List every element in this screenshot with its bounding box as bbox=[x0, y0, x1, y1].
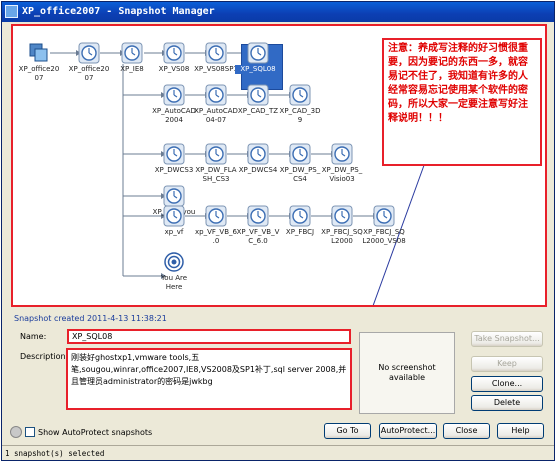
snapshot-node[interactable]: XP_VS08SP1 bbox=[193, 42, 239, 74]
snapshot-node[interactable]: xp_VF_VB_6 .0 bbox=[193, 205, 239, 246]
snapshot-clock-icon bbox=[205, 84, 227, 106]
snapshot-node[interactable]: XP_AutoCAD 2004 bbox=[151, 84, 197, 125]
snapshot-clock-icon bbox=[205, 42, 227, 64]
snapshot-node[interactable]: XP_AutoCAD 04-07 bbox=[193, 84, 239, 125]
snapshot-node-label: XP_DW_PS_ Visio03 bbox=[321, 166, 363, 183]
snapshot-clock-icon bbox=[331, 205, 353, 227]
snapshot-node[interactable]: XP_DW_PS_ CS4 bbox=[277, 143, 323, 184]
vm-icon bbox=[29, 43, 48, 62]
snapshot-node[interactable]: xp_vf bbox=[151, 205, 197, 237]
snapshot-node-label: XP_office20 07 bbox=[18, 65, 60, 82]
snapshot-clock-icon bbox=[163, 84, 185, 106]
snapshot-node[interactable]: XP_CAD_TZ bbox=[235, 84, 281, 116]
snapshot-node-label: XP_FBCJ bbox=[285, 228, 315, 236]
snapshot-clock-icon bbox=[373, 205, 395, 227]
snapshot-node[interactable]: XP_FBCJ bbox=[277, 205, 323, 237]
show-autoprotect-label: Show AutoProtect snapshots bbox=[38, 428, 153, 437]
snapshot-node[interactable]: XP_DW_FLA SH_CS3 bbox=[193, 143, 239, 184]
close-button[interactable]: Close bbox=[443, 423, 490, 439]
help-circle-icon[interactable] bbox=[10, 426, 22, 438]
snapshot-clock-icon bbox=[289, 84, 311, 106]
snapshot-manager-window: XP_office2007 - Snapshot Manager XP_offi… bbox=[1, 1, 555, 461]
snapshot-node[interactable]: XP_IE8 bbox=[109, 42, 155, 74]
status-bar: 1 snapshot(s) selected bbox=[2, 445, 554, 460]
snapshot-node[interactable]: XP_FBCJ_SQ L2000 bbox=[319, 205, 365, 246]
snapshot-node[interactable]: XP_SQL08 bbox=[235, 42, 281, 74]
title-bar[interactable]: XP_office2007 - Snapshot Manager bbox=[2, 2, 554, 22]
snapshot-clock-icon bbox=[163, 143, 185, 165]
snapshot-node[interactable]: XP_DWCS3 bbox=[151, 143, 197, 175]
you-are-here-node[interactable]: You Are Here bbox=[151, 251, 197, 292]
snapshot-node-label: XP_VS08 bbox=[158, 65, 190, 73]
snapshot-clock-icon bbox=[163, 205, 185, 227]
screenshot-preview: No screenshot available bbox=[359, 332, 455, 414]
annotation-note: 注意：养成写注释的好习惯很重要，因为要记的东西一多，就容易记不住了，我知道有许多… bbox=[382, 38, 542, 166]
snapshot-node-label: XP_DW_PS_ CS4 bbox=[279, 166, 321, 183]
snapshot-clock-icon bbox=[163, 42, 185, 64]
snapshot-name-field[interactable]: XP_SQL08 bbox=[67, 329, 351, 344]
snapshot-node-label: XP_DWCS3 bbox=[154, 166, 194, 174]
snapshot-node-label: XP_FBCJ_SQ L2000 bbox=[321, 228, 363, 245]
snapshot-node-label: You Are Here bbox=[160, 274, 188, 291]
snapshot-node-label: xp_VF_VB_6 .0 bbox=[195, 228, 237, 245]
snapshot-clock-icon bbox=[205, 143, 227, 165]
snapshot-tree-panel[interactable]: XP_office20 07 XP_office20 07 XP_IE8 XP_VS0… bbox=[11, 24, 547, 307]
window-title: XP_office2007 - Snapshot Manager bbox=[22, 6, 215, 17]
snapshot-node[interactable]: XP_office20 07 bbox=[16, 42, 62, 83]
snapshot-node-label: XP_office20 07 bbox=[68, 65, 110, 82]
take-snapshot-button[interactable]: Take Snapshot... bbox=[471, 331, 543, 347]
snapshot-node[interactable]: XP_FBCJ_SQ L2000_VS08 bbox=[361, 205, 407, 246]
snapshot-node-label: XP_VF_VB_V C_6.0 bbox=[236, 228, 280, 245]
snapshot-node-label: XP_CAD_3D 9 bbox=[279, 107, 321, 124]
snapshot-clock-icon bbox=[121, 42, 143, 64]
help-button[interactable]: Help bbox=[497, 423, 544, 439]
snapshot-clock-icon bbox=[205, 205, 227, 227]
app-icon bbox=[5, 5, 18, 18]
keep-button[interactable]: Keep bbox=[471, 356, 543, 372]
snapshot-node-label: XP_CAD_TZ bbox=[237, 107, 279, 115]
snapshot-description-field[interactable]: 刚装好ghostxp1,vmware tools,五笔,sougou,winra… bbox=[66, 348, 352, 410]
snapshot-clock-icon bbox=[163, 185, 185, 207]
snapshot-clock-icon bbox=[247, 84, 269, 106]
snapshot-node-label: XP_DW_FLA SH_CS3 bbox=[195, 166, 237, 183]
snapshot-node-label: xp_vf bbox=[164, 228, 184, 236]
clone-button[interactable]: Clone... bbox=[471, 376, 543, 392]
target-icon bbox=[164, 252, 184, 272]
delete-button[interactable]: Delete bbox=[471, 395, 543, 411]
snapshot-node[interactable]: XP_VF_VB_V C_6.0 bbox=[235, 205, 281, 246]
snapshot-node[interactable]: XP_DWCS4 bbox=[235, 143, 281, 175]
snapshot-clock-icon bbox=[289, 205, 311, 227]
description-label: Description: bbox=[20, 352, 69, 361]
snapshot-node-label: XP_VS08SP1 bbox=[194, 65, 238, 73]
snapshot-node[interactable]: XP_VS08 bbox=[151, 42, 197, 74]
snapshot-clock-icon bbox=[247, 143, 269, 165]
snapshot-clock-icon bbox=[289, 143, 311, 165]
name-label: Name: bbox=[20, 332, 47, 341]
snapshot-clock-icon bbox=[78, 42, 100, 64]
snapshot-node-label: XP_FBCJ_SQ L2000_VS08 bbox=[362, 228, 406, 245]
snapshot-node-label: XP_SQL08 bbox=[235, 65, 281, 74]
snapshot-node[interactable]: XP_CAD_3D 9 bbox=[277, 84, 323, 125]
snapshot-clock-icon bbox=[331, 143, 353, 165]
snapshot-clock-icon bbox=[247, 42, 269, 64]
snapshot-node[interactable]: XP_office20 07 bbox=[66, 42, 112, 83]
snapshot-clock-icon bbox=[247, 205, 269, 227]
snapshot-created-text: Snapshot created 2011-4-13 11:38:21 bbox=[14, 314, 167, 323]
no-screenshot-text: No screenshot available bbox=[378, 363, 436, 382]
snapshot-node-label: XP_IE8 bbox=[120, 65, 144, 73]
snapshot-node[interactable]: XP_DW_PS_ Visio03 bbox=[319, 143, 365, 184]
show-autoprotect-checkbox[interactable] bbox=[25, 427, 35, 437]
snapshot-node-label: XP_AutoCAD 2004 bbox=[152, 107, 196, 124]
autoprotect-button[interactable]: AutoProtect... bbox=[379, 423, 437, 439]
snapshot-node-label: XP_DWCS4 bbox=[238, 166, 278, 174]
go-to-button[interactable]: Go To bbox=[324, 423, 371, 439]
snapshot-node-label: XP_AutoCAD 04-07 bbox=[194, 107, 238, 124]
